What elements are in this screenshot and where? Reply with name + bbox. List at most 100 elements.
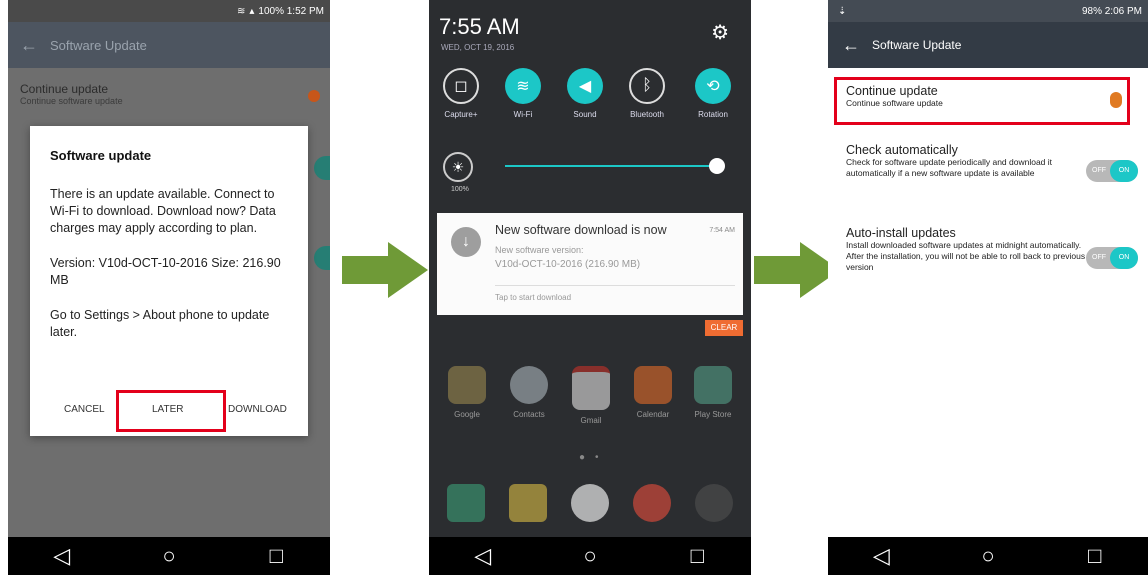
tile-label: Bluetooth: [630, 110, 664, 119]
gear-icon[interactable]: ⚙: [711, 20, 729, 45]
slider-handle[interactable]: [709, 158, 725, 174]
row-title: Check automatically: [846, 143, 958, 157]
nav-recent-icon[interactable]: □: [1075, 543, 1115, 569]
calendar-icon: [634, 366, 672, 404]
app-label: Contacts: [513, 410, 545, 419]
toolbar-title: Software Update: [50, 37, 147, 53]
nav-recent-icon[interactable]: □: [256, 543, 296, 569]
clock-time: 7:55 AM: [439, 14, 520, 39]
tile-capture[interactable]: ◻ Capture+: [431, 68, 491, 119]
app-label: Google: [454, 410, 480, 419]
toggle-off-label: OFF: [1092, 167, 1106, 174]
tile-label: Sound: [573, 110, 597, 119]
tile-bluetooth[interactable]: ᛒ Bluetooth: [617, 68, 677, 119]
nav-bar: ◁ ○ □: [8, 537, 330, 575]
clear-button[interactable]: CLEAR: [705, 320, 743, 336]
notification-title: New software download is now: [495, 223, 667, 237]
phone-2-screen: 7:55 AM WED, OCT 19, 2016 ⚙ ◻ Capture+ ≋…: [429, 0, 751, 575]
app-toolbar: ← Software Update: [8, 22, 330, 68]
app-label: Calendar: [636, 410, 670, 419]
nav-back-icon[interactable]: ◁: [42, 543, 82, 569]
tile-sound[interactable]: ◀ Sound: [555, 68, 615, 119]
wifi-icon: ≋: [505, 68, 541, 104]
clock-date: WED, OCT 19, 2016: [441, 43, 515, 52]
notification-time: 7:54 AM: [709, 227, 735, 234]
camera-icon[interactable]: [695, 484, 733, 522]
back-arrow-icon[interactable]: ←: [20, 35, 38, 56]
back-arrow-icon[interactable]: ←: [842, 35, 860, 56]
dialog-hint: Go to Settings > About phone to update l…: [50, 308, 270, 339]
notification-action[interactable]: Tap to start download: [495, 293, 571, 302]
check-automatically-row[interactable]: Check automatically Check for software u…: [846, 143, 1088, 179]
continue-update-highlight-box: [834, 77, 1130, 125]
status-text: 100% 1:52 PM: [258, 5, 324, 17]
row-subtitle: Check for software update periodically a…: [846, 157, 1053, 178]
status-text: 98% 2:06 PM: [1081, 5, 1142, 17]
phone-3-screen: ⇣ 98% 2:06 PM ← Software Update Continue…: [828, 0, 1148, 575]
app-toolbar: ← Software Update: [828, 22, 1148, 68]
cancel-button[interactable]: CANCEL: [64, 404, 105, 415]
download-status-icon: ⇣: [838, 5, 847, 17]
nav-back-icon[interactable]: ◁: [861, 543, 901, 569]
app-contacts[interactable]: Contacts: [501, 366, 557, 419]
notification-line: New software version:: [495, 245, 584, 255]
download-button[interactable]: DOWNLOAD: [228, 404, 287, 415]
auto-install-row[interactable]: Auto-install updates Install downloaded …: [846, 226, 1088, 273]
brightness-slider[interactable]: ☀ 100%: [443, 148, 737, 193]
divider: [495, 285, 735, 286]
page-indicator: ●•: [579, 452, 609, 463]
signal-icon: ▴: [249, 5, 255, 17]
apps-drawer-icon[interactable]: [571, 484, 609, 522]
nav-bar: ◁ ○ □: [828, 537, 1148, 575]
brightness-value: 100%: [451, 186, 469, 193]
later-highlight-box: [116, 390, 226, 432]
update-notification[interactable]: ↓ New software download is now 7:54 AM N…: [437, 213, 743, 315]
tile-wifi[interactable]: ≋ Wi-Fi: [493, 68, 553, 119]
nav-home-icon[interactable]: ○: [570, 543, 610, 569]
capture-icon: ◻: [443, 68, 479, 104]
speaker-icon: ◀: [567, 68, 603, 104]
tile-label: Capture+: [444, 110, 478, 119]
chrome-icon[interactable]: [633, 484, 671, 522]
continue-update-row[interactable]: Continue update Continue software update: [20, 82, 318, 106]
notification-line: V10d-OCT-10-2016 (216.90 MB): [495, 259, 641, 270]
dialog-body: There is an update available. Connect to…: [50, 186, 290, 359]
nav-home-icon[interactable]: ○: [149, 543, 189, 569]
app-gmail[interactable]: Gmail: [563, 366, 619, 425]
google-icon: [448, 366, 486, 404]
nav-recent-icon[interactable]: □: [677, 543, 717, 569]
nav-home-icon[interactable]: ○: [968, 543, 1008, 569]
rotation-icon: ⟲: [695, 68, 731, 104]
row-subtitle: Continue software update: [20, 96, 123, 106]
brightness-icon: ☀: [443, 152, 473, 182]
phone-1-screen: ≋ ▴ 100% 1:52 PM ← Software Update Conti…: [8, 0, 330, 575]
app-calendar[interactable]: Calendar: [625, 366, 681, 419]
check-automatically-toggle[interactable]: OFF ON: [1086, 160, 1138, 182]
app-play-store[interactable]: Play Store: [685, 366, 741, 419]
toggle-switch[interactable]: [314, 246, 330, 270]
messages-icon[interactable]: [509, 484, 547, 522]
toggle-switch[interactable]: [314, 156, 330, 180]
dialog-message: There is an update available. Connect to…: [50, 187, 276, 235]
row-title: Auto-install updates: [846, 226, 956, 240]
dialog-version: Version: V10d-OCT-10-2016 Size: 216.90 M…: [50, 256, 281, 287]
dock: [429, 480, 751, 534]
toolbar-title: Software Update: [872, 38, 962, 52]
arrow-right-icon: [342, 242, 428, 298]
nav-back-icon[interactable]: ◁: [463, 543, 503, 569]
play-store-icon: [694, 366, 732, 404]
row-title: Continue update: [20, 82, 109, 96]
contacts-icon: [510, 366, 548, 404]
app-label: Gmail: [580, 416, 602, 425]
dialog-title: Software update: [50, 148, 152, 163]
phone-icon[interactable]: [447, 484, 485, 522]
row-subtitle: Install downloaded software updates at m…: [846, 240, 1086, 272]
toggle-on-knob: ON: [1110, 247, 1138, 269]
tile-label: Wi-Fi: [513, 110, 533, 119]
app-google[interactable]: Google: [439, 366, 495, 419]
gmail-icon: [572, 366, 610, 410]
tile-rotation[interactable]: ⟲ Rotation: [683, 68, 743, 119]
auto-install-toggle[interactable]: OFF ON: [1086, 247, 1138, 269]
slider-track[interactable]: [505, 165, 721, 167]
wifi-icon: ≋: [236, 5, 246, 17]
